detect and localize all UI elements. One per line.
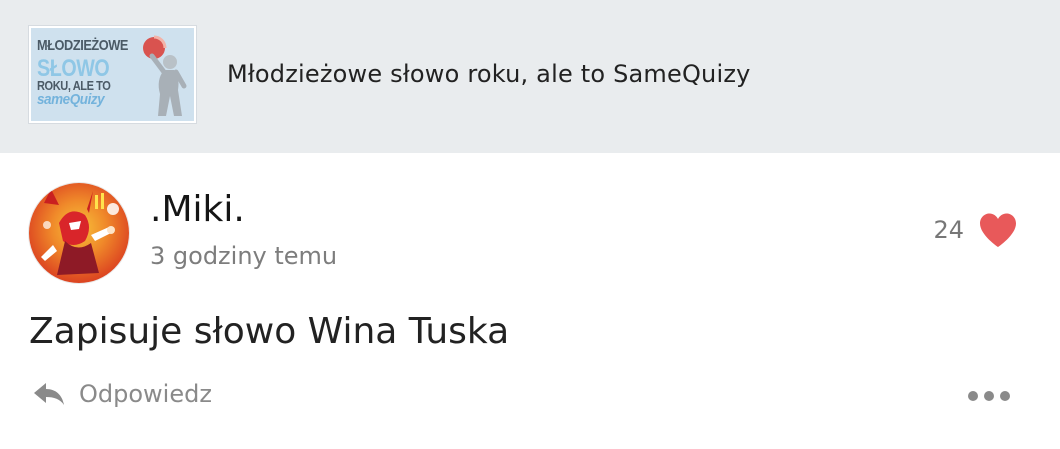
quiz-header[interactable]: MŁODZIEŻOWE SŁOWO ROKU, ALE TO sameQuizy… [0, 0, 1060, 153]
comment-timestamp: 3 godziny temu [150, 242, 338, 270]
quiz-title[interactable]: Młodzieżowe słowo roku, ale to SameQuizy [227, 60, 751, 88]
more-dot [984, 391, 994, 401]
reply-arrow-icon [34, 383, 64, 405]
avatar-image [29, 183, 129, 283]
more-dot [968, 391, 978, 401]
reply-label: Odpowiedz [79, 380, 212, 408]
heart-icon[interactable] [978, 212, 1018, 248]
like-control[interactable]: 24 [933, 212, 1018, 248]
avatar[interactable] [29, 183, 129, 283]
username[interactable]: .Miki. [150, 188, 245, 232]
more-options-icon[interactable] [968, 386, 1010, 406]
quiz-thumbnail[interactable]: MŁODZIEŻOWE SŁOWO ROKU, ALE TO sameQuizy [29, 26, 196, 123]
thumbnail-text-line1: MŁODZIEŻOWE [37, 37, 128, 54]
more-dot [1000, 391, 1010, 401]
thumbnail-figure-icon [143, 35, 187, 116]
comment-page: MŁODZIEŻOWE SŁOWO ROKU, ALE TO sameQuizy… [0, 0, 1060, 449]
comment-text: Zapisuje słowo Wina Tuska [29, 311, 510, 352]
reply-button[interactable]: Odpowiedz [33, 379, 212, 409]
thumbnail-text-line4: sameQuizy [37, 91, 105, 108]
quiz-thumbnail-image: MŁODZIEŻOWE SŁOWO ROKU, ALE TO sameQuizy [31, 28, 194, 121]
like-count: 24 [933, 216, 964, 244]
